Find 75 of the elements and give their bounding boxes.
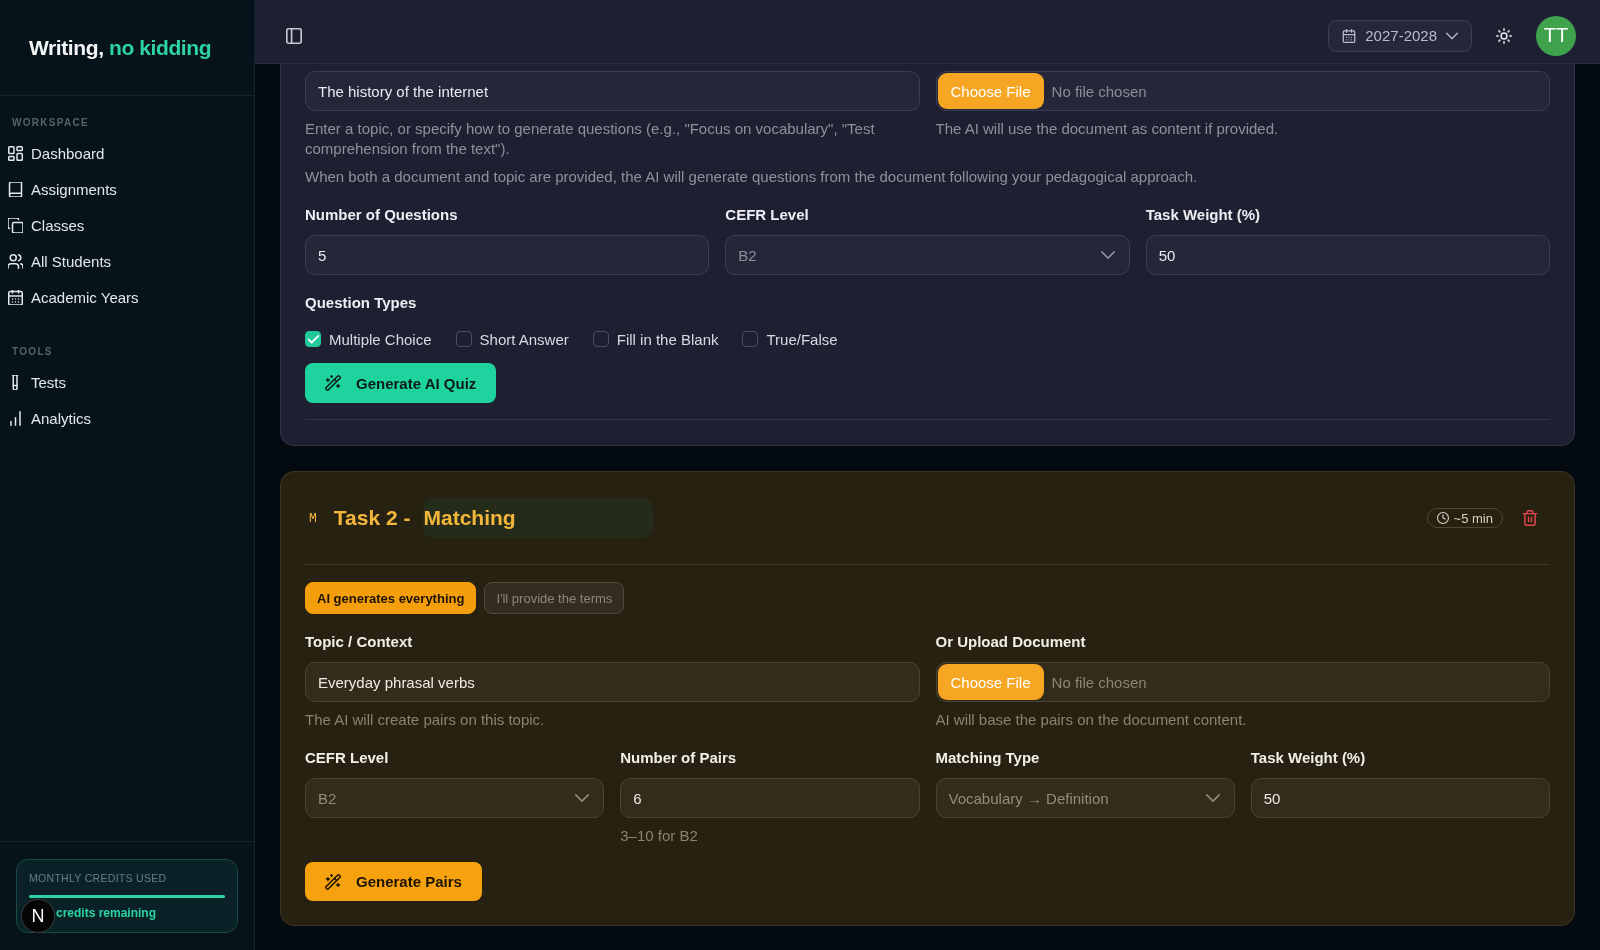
checkbox-label[interactable]: Multiple Choice: [329, 330, 432, 348]
checkbox[interactable]: [592, 331, 609, 347]
trash-icon[interactable]: [1522, 510, 1538, 526]
checkbox[interactable]: [305, 331, 321, 347]
sidebar-item[interactable]: All Students: [0, 243, 122, 279]
file-upload-field[interactable]: Choose File No file chosen: [935, 71, 1550, 111]
mode-toggle-button[interactable]: AI generates everything: [305, 582, 477, 614]
hint-text: 3–10 for B2: [620, 826, 699, 846]
generate-quiz-button[interactable]: Generate AI Quiz: [305, 363, 497, 403]
select-dropdown[interactable]: B2: [725, 235, 1130, 275]
magic-wand-icon: [325, 375, 341, 391]
calendar-icon: [1342, 28, 1357, 43]
sidebar-item[interactable]: Tests: [0, 364, 76, 400]
app-logo: Writing, no kidding: [29, 35, 212, 60]
copy-icon: [8, 217, 23, 233]
credits-label: MONTHLY CREDITS USED: [29, 872, 168, 885]
help-text: Enter a topic, or specify how to generate questions (e.g., "Focus on vocabulary", "Test comprehension from the text").: [305, 119, 876, 159]
input-field[interactable]: 5: [305, 235, 710, 275]
field-label: Or Upload Document: [935, 632, 1086, 652]
field-label: Task Weight (%): [1250, 748, 1366, 768]
field-label: Topic / Context: [305, 632, 413, 652]
help-text: The AI will use the document as content if provided.: [935, 119, 1280, 139]
checkbox-label[interactable]: Short Answer: [479, 330, 569, 348]
checkbox[interactable]: [742, 331, 759, 347]
checkbox-label[interactable]: Fill in the Blank: [616, 330, 719, 348]
field-label: Task Weight (%): [1145, 205, 1261, 225]
generate-pairs-button[interactable]: Generate Pairs: [305, 862, 482, 901]
chevron-down-icon: [575, 791, 590, 805]
input-field[interactable]: 6: [620, 778, 920, 818]
clock-icon: [1436, 512, 1449, 524]
sun-icon[interactable]: [1496, 27, 1512, 44]
file-status-text: No file chosen: [1051, 673, 1147, 691]
credits-remaining-text: credits remaining: [56, 906, 158, 921]
section-heading: WORKSPACE: [12, 116, 90, 130]
checkbox[interactable]: [455, 331, 472, 347]
file-status-text: No file chosen: [1051, 82, 1147, 100]
field-label: Number of Questions: [305, 205, 458, 225]
checkbox-label[interactable]: True/False: [766, 330, 838, 348]
bar-chart-icon: [8, 410, 23, 426]
task-title-field[interactable]: Matching: [423, 498, 654, 538]
field-label: CEFR Level: [725, 205, 809, 225]
magic-wand-icon: [325, 873, 341, 890]
select-dropdown[interactable]: Vocabulary → Definition: [935, 778, 1235, 818]
book-icon: [8, 181, 23, 197]
input-field[interactable]: 50: [1250, 778, 1550, 818]
file-upload-field[interactable]: Choose File No file chosen: [935, 662, 1550, 702]
field-label: CEFR Level: [305, 748, 389, 768]
grid-icon: [8, 145, 23, 161]
field-label: Number of Pairs: [620, 748, 737, 768]
select-dropdown[interactable]: B2: [305, 778, 605, 818]
chevron-down-icon: [1100, 248, 1115, 262]
section-heading: TOOLS: [12, 345, 53, 359]
sidebar-item[interactable]: Analytics: [0, 400, 102, 436]
mode-toggle-button[interactable]: I'll provide the terms: [484, 582, 625, 614]
year-select[interactable]: 2027-2028: [1328, 19, 1472, 52]
help-text: The AI will create pairs on this topic.: [305, 710, 546, 730]
task-title-prefix: Task 2 -: [333, 506, 411, 530]
users-icon: [8, 253, 23, 269]
input-field[interactable]: 50: [1145, 235, 1550, 275]
task-type-letter: M: [309, 510, 317, 526]
chevron-down-icon: [1205, 791, 1220, 805]
topic-input-field[interactable]: Everyday phrasal verbs: [305, 662, 920, 702]
help-text: When both a document and topic are provided, the AI will generate questions from the document following your pedagogical approach.: [305, 167, 1199, 187]
sidebar-item[interactable]: Academic Years: [0, 279, 149, 315]
sidebar-item[interactable]: Assignments: [0, 171, 127, 207]
sidebar-item[interactable]: Classes: [0, 207, 95, 243]
topic-input-field[interactable]: The history of the internet: [305, 71, 920, 111]
checkmark-icon: [307, 334, 319, 344]
help-text: AI will base the pairs on the document content.: [935, 710, 1248, 730]
sidebar-item[interactable]: Dashboard: [0, 135, 115, 171]
field-label: Question Types: [305, 293, 418, 313]
field-label: Matching Type: [935, 748, 1040, 768]
calendar-icon: [8, 289, 23, 305]
duration-text: ~5 min: [1453, 510, 1493, 526]
sidebar-toggle-icon[interactable]: [286, 27, 302, 44]
